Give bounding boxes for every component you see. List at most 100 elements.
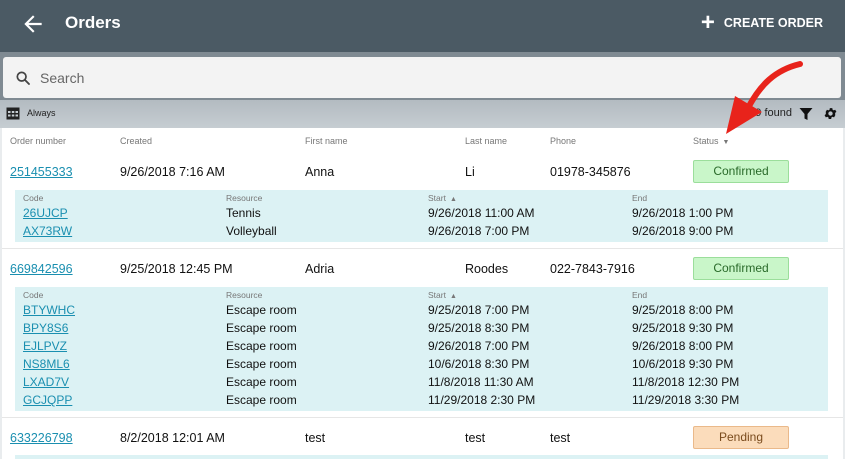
item-start: 9/26/2018 7:00 PM: [428, 339, 530, 353]
status-header-label: Status: [693, 136, 719, 146]
order-last-name: Li: [465, 165, 475, 179]
create-order-label: CREATE ORDER: [723, 16, 823, 30]
item-code-link[interactable]: NS8ML6: [23, 357, 70, 371]
top-app-bar: Orders + CREATE ORDER: [0, 0, 845, 52]
order-phone: 022-7843-7916: [550, 262, 635, 276]
item-code-link[interactable]: LXAD7V: [23, 375, 69, 389]
results-count: 9 found: [755, 107, 792, 119]
order-number-link[interactable]: 251455333: [10, 165, 73, 179]
item-end: 9/26/2018 8:00 PM: [632, 339, 734, 353]
sub-header-resource[interactable]: Resource: [226, 193, 262, 203]
sub-header-start-label: Start: [428, 193, 446, 203]
item-end: 9/25/2018 9:30 PM: [632, 321, 734, 335]
order-created: 9/26/2018 7:16 AM: [120, 165, 225, 179]
item-resource: Escape room: [226, 375, 297, 389]
item-start: 9/26/2018 11:00 AM: [428, 206, 535, 220]
item-code-link[interactable]: 26UJCP: [23, 206, 68, 220]
item-start: 9/25/2018 8:30 PM: [428, 321, 530, 335]
sub-header-start[interactable]: Start ▲: [428, 290, 457, 300]
item-resource: Escape room: [226, 303, 297, 317]
column-header-created[interactable]: Created: [120, 136, 152, 146]
item-start: 9/26/2018 7:00 PM: [428, 224, 530, 238]
list-toolbar: Always 9 found: [0, 100, 845, 128]
sort-asc-icon: ▲: [449, 293, 457, 300]
order-items-table: [15, 455, 828, 459]
item-start: 10/6/2018 8:30 PM: [428, 357, 530, 371]
order-first-name: test: [305, 431, 326, 445]
order-last-name: Roodes: [465, 262, 509, 276]
sub-header-start-label: Start: [428, 290, 446, 300]
item-end: 10/6/2018 9:30 PM: [632, 357, 734, 371]
item-code-link[interactable]: GCJQPP: [23, 393, 72, 407]
item-code-link[interactable]: BPY8S6: [23, 321, 68, 335]
search-icon: [16, 70, 30, 85]
calendar-icon: [6, 107, 20, 120]
column-header-phone[interactable]: Phone: [550, 136, 576, 146]
item-row: EJLPVZ Escape room 9/26/2018 7:00 PM 9/2…: [15, 339, 828, 357]
page-title: Orders: [65, 13, 121, 32]
gear-icon[interactable]: [823, 106, 838, 121]
item-end: 9/25/2018 8:00 PM: [632, 303, 734, 317]
status-badge: Confirmed: [693, 160, 789, 183]
status-badge: Confirmed: [693, 257, 789, 280]
orders-list: Order number Created First name Last nam…: [2, 128, 843, 459]
item-row: BPY8S6 Escape room 9/25/2018 8:30 PM 9/2…: [15, 321, 828, 339]
sort-asc-icon: ▲: [449, 196, 457, 203]
item-resource: Escape room: [226, 339, 297, 353]
order-number-link[interactable]: 633226798: [10, 431, 73, 445]
item-row: AX73RW Volleyball 9/26/2018 7:00 PM 9/26…: [15, 224, 828, 242]
column-header-status[interactable]: Status ▼: [693, 136, 729, 146]
sub-header-resource[interactable]: Resource: [226, 290, 262, 300]
item-row: 26UJCP Tennis 9/26/2018 11:00 AM 9/26/20…: [15, 206, 828, 224]
item-start: 9/25/2018 7:00 PM: [428, 303, 530, 317]
item-resource: Tennis: [226, 206, 261, 220]
sub-header-start[interactable]: Start ▲: [428, 193, 457, 203]
order-phone: 01978-345876: [550, 165, 631, 179]
order-items-table: Code Resource Start ▲ End BTYWHC Escape r…: [15, 287, 828, 411]
item-code-link[interactable]: EJLPVZ: [23, 339, 67, 353]
column-header-order-number[interactable]: Order number: [10, 136, 66, 146]
create-order-button[interactable]: + CREATE ORDER: [700, 9, 823, 36]
order-created: 9/25/2018 12:45 PM: [120, 262, 233, 276]
sub-header-end[interactable]: End: [632, 290, 647, 300]
item-start: 11/29/2018 2:30 PM: [428, 393, 536, 407]
order-first-name: Adria: [305, 262, 335, 276]
item-end: 11/8/2018 12:30 PM: [632, 375, 740, 389]
item-end: 9/26/2018 9:00 PM: [632, 224, 734, 238]
item-row: BTYWHC Escape room 9/25/2018 7:00 PM 9/2…: [15, 303, 828, 321]
sub-header-end[interactable]: End: [632, 193, 647, 203]
row-divider: [2, 248, 843, 249]
search-bar-area: [0, 52, 845, 100]
order-created: 8/2/2018 12:01 AM: [120, 431, 225, 445]
order-first-name: Anna: [305, 165, 335, 179]
item-resource: Escape room: [226, 321, 297, 335]
order-phone: test: [550, 431, 571, 445]
period-label: Always: [27, 108, 56, 118]
order-last-name: test: [465, 431, 486, 445]
column-header-first-name[interactable]: First name: [305, 136, 348, 146]
item-row: LXAD7V Escape room 11/8/2018 11:30 AM 11…: [15, 375, 828, 393]
search-box: [3, 57, 841, 98]
back-arrow-icon[interactable]: [20, 11, 46, 37]
item-resource: Escape room: [226, 357, 297, 371]
item-code-link[interactable]: AX73RW: [23, 224, 72, 238]
item-row: GCJQPP Escape room 11/29/2018 2:30 PM 11…: [15, 393, 828, 411]
period-selector[interactable]: Always: [6, 106, 56, 120]
item-resource: Escape room: [226, 393, 297, 407]
item-end: 9/26/2018 1:00 PM: [632, 206, 734, 220]
item-start: 11/8/2018 11:30 AM: [428, 375, 534, 389]
sort-desc-icon: ▼: [722, 139, 730, 146]
plus-icon: +: [700, 9, 715, 36]
sub-header-code[interactable]: Code: [23, 193, 43, 203]
column-header-last-name[interactable]: Last name: [465, 136, 507, 146]
search-input[interactable]: [40, 69, 800, 86]
item-resource: Volleyball: [226, 224, 277, 238]
item-code-link[interactable]: BTYWHC: [23, 303, 75, 317]
status-badge: Pending: [693, 426, 789, 449]
item-end: 11/29/2018 3:30 PM: [632, 393, 740, 407]
order-number-link[interactable]: 669842596: [10, 262, 73, 276]
row-divider: [2, 417, 843, 418]
item-row: NS8ML6 Escape room 10/6/2018 8:30 PM 10/…: [15, 357, 828, 375]
filter-icon[interactable]: [799, 107, 813, 121]
sub-header-code[interactable]: Code: [23, 290, 43, 300]
